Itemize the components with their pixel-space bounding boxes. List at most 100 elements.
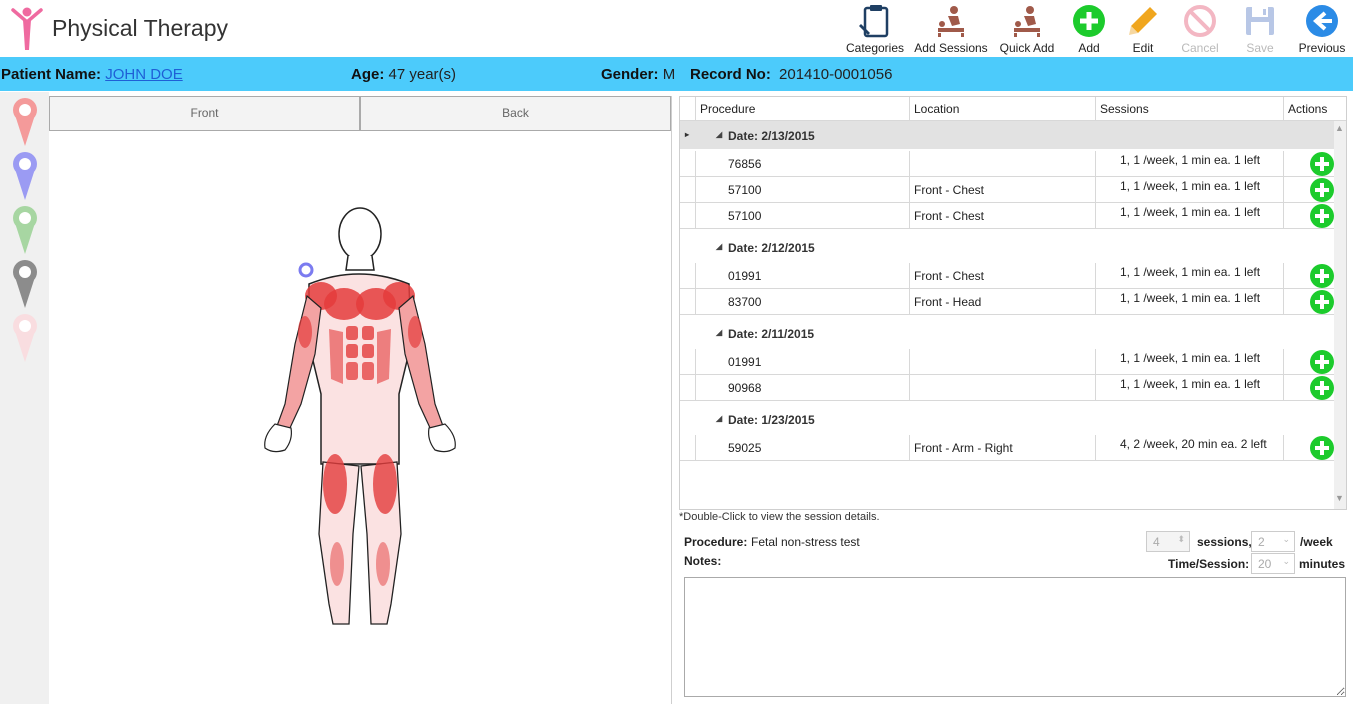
location-cell-text: Front - Chest [914, 183, 985, 197]
table-row[interactable]: 01991 Front - Chest 1, 1 /week, 1 min ea. … [680, 263, 1334, 289]
table-row[interactable]: 83700 Front - Head 1, 1 /week, 1 min ea. 1… [680, 289, 1334, 315]
tab-back[interactable]: Back [360, 96, 671, 131]
collapse-triangle-icon[interactable]: ◢ [716, 130, 722, 139]
procedure-cell-text: 59025 [728, 441, 762, 455]
scroll-down-icon[interactable]: ▼ [1335, 493, 1344, 503]
collapse-triangle-icon[interactable]: ◢ [716, 242, 722, 251]
group-date-label: Date: 1/23/2015 [728, 413, 815, 427]
sessions-cell: 1, 1 /week, 1 min ea. 1 left [1096, 151, 1284, 177]
body-map-panel: Front Back [49, 96, 672, 704]
group-date-label: Date: 2/12/2015 [728, 241, 815, 255]
table-row[interactable]: 90968 1, 1 /week, 1 min ea. 1 left [680, 375, 1334, 401]
sessions-cell-text: 1, 1 /week, 1 min ea. 1 left [1120, 179, 1261, 193]
time-session-value: 20 [1258, 557, 1272, 571]
per-week-select[interactable]: 2 ⌄ [1251, 531, 1295, 552]
group-row[interactable]: ◢ Date: 2/11/2015 [680, 319, 1334, 347]
edit-button[interactable]: Edit [1122, 4, 1164, 56]
add-session-icon[interactable] [1310, 178, 1334, 202]
sessions-cell-text: 1, 1 /week, 1 min ea. 1 left [1120, 351, 1261, 365]
procedure-cell-text: 01991 [728, 269, 762, 283]
purple-pin-icon[interactable] [10, 150, 40, 200]
procedure-cell: 90968 [696, 375, 910, 401]
add-session-icon[interactable] [1310, 264, 1334, 288]
procedure-cell: 01991 [696, 263, 910, 289]
table-row[interactable]: 01991 1, 1 /week, 1 min ea. 1 left [680, 349, 1334, 375]
pink-pin-icon[interactable] [10, 96, 40, 146]
add-session-icon[interactable] [1310, 350, 1334, 374]
row-header-cell[interactable] [680, 435, 696, 461]
sessions-count-value: 4 [1153, 535, 1160, 549]
add-session-icon[interactable] [1310, 436, 1334, 460]
row-header-cell[interactable] [680, 203, 696, 229]
add-session-icon[interactable] [1310, 376, 1334, 400]
row-header-cell[interactable] [680, 177, 696, 203]
collapse-triangle-icon[interactable]: ◢ [716, 328, 722, 337]
collapse-triangle-icon[interactable]: ◢ [716, 414, 722, 423]
cancel-button[interactable]: Cancel [1178, 4, 1222, 56]
previous-button[interactable]: Previous [1296, 4, 1348, 56]
add-sessions-button[interactable]: Add Sessions [914, 4, 988, 56]
placed-pin-marker[interactable] [298, 262, 314, 278]
group-row[interactable]: ▸ ◢ Date: 2/13/2015 [680, 121, 1334, 149]
column-header-procedure[interactable]: Procedure [696, 97, 910, 121]
massage-icon [1014, 6, 1040, 37]
procedure-label: Procedure: [684, 535, 748, 549]
patient-name-link[interactable]: JOHN DOE [105, 66, 183, 83]
time-session-select[interactable]: 20 ⌄ [1251, 553, 1295, 574]
procedure-cell-text: 83700 [728, 295, 762, 309]
per-week-label: /week [1300, 535, 1333, 549]
age-field: Age: 47 year(s) [351, 66, 456, 83]
cancel-label: Cancel [1181, 41, 1219, 55]
add-button[interactable]: Add [1068, 4, 1110, 56]
sessions-count-stepper[interactable]: 4 ⬍ [1146, 531, 1190, 552]
procedure-cell: 83700 [696, 289, 910, 315]
grid-body: ▸ ◢ Date: 2/13/2015 76856 1, 1 /week, 1 min … [680, 121, 1334, 509]
app-title: Physical Therapy [52, 15, 228, 41]
location-cell-text: Front - Chest [914, 269, 985, 283]
tab-front[interactable]: Front [49, 96, 360, 131]
time-session-label: Time/Session: [1168, 557, 1250, 571]
row-header-cell[interactable] [680, 375, 696, 401]
per-week-value: 2 [1258, 535, 1265, 549]
muscle-body-figure[interactable] [249, 204, 469, 628]
row-header-cell[interactable] [680, 289, 696, 315]
location-cell-text: Front - Head [914, 295, 982, 309]
location-cell: Front - Chest [910, 203, 1096, 229]
light-pink-pin-icon[interactable] [10, 312, 40, 362]
clipboard-icon [859, 5, 889, 38]
stepper-arrows-icon[interactable]: ⬍ [1177, 534, 1185, 545]
quick-add-button[interactable]: Quick Add [996, 4, 1058, 56]
green-pin-icon[interactable] [10, 204, 40, 254]
save-button[interactable]: Save [1238, 4, 1282, 56]
group-row[interactable]: ◢ Date: 1/23/2015 [680, 405, 1334, 433]
table-row[interactable]: 57100 Front - Chest 1, 1 /week, 1 min ea. … [680, 177, 1334, 203]
record-value: 201410-0001056 [779, 66, 893, 83]
sessions-label: sessions, [1197, 535, 1252, 549]
scroll-up-icon[interactable]: ▲ [1335, 123, 1344, 133]
row-header-cell[interactable] [680, 151, 696, 177]
notes-textarea[interactable] [684, 577, 1346, 697]
row-header-cell[interactable] [680, 263, 696, 289]
procedure-cell-text: 90968 [728, 381, 762, 395]
sessions-cell: 1, 1 /week, 1 min ea. 1 left [1096, 177, 1284, 203]
gray-pin-icon[interactable] [10, 258, 40, 308]
sessions-grid: Procedure Location Sessions Actions ▸ ◢ Da… [679, 96, 1347, 510]
add-session-icon[interactable] [1310, 290, 1334, 314]
vertical-scrollbar[interactable]: ▲ ▼ [1334, 121, 1346, 509]
add-session-icon[interactable] [1310, 152, 1334, 176]
sessions-cell-text: 1, 1 /week, 1 min ea. 1 left [1120, 377, 1261, 391]
group-row[interactable]: ◢ Date: 2/12/2015 [680, 233, 1334, 261]
row-header-cell[interactable] [680, 349, 696, 375]
column-header-sessions[interactable]: Sessions [1096, 97, 1284, 121]
procedure-cell-text: 57100 [728, 209, 762, 223]
add-session-icon[interactable] [1310, 204, 1334, 228]
sessions-cell: 1, 1 /week, 1 min ea. 1 left [1096, 203, 1284, 229]
grid-header: Procedure Location Sessions Actions [680, 97, 1346, 121]
categories-button[interactable]: Categories [844, 4, 906, 56]
column-header-actions[interactable]: Actions [1284, 97, 1346, 121]
column-header-location[interactable]: Location [910, 97, 1096, 121]
table-row[interactable]: 59025 Front - Arm - Right 4, 2 /week, 20 m… [680, 435, 1334, 461]
table-row[interactable]: 76856 1, 1 /week, 1 min ea. 1 left [680, 151, 1334, 177]
pencil-icon [1129, 7, 1157, 35]
table-row[interactable]: 57100 Front - Chest 1, 1 /week, 1 min ea. … [680, 203, 1334, 229]
